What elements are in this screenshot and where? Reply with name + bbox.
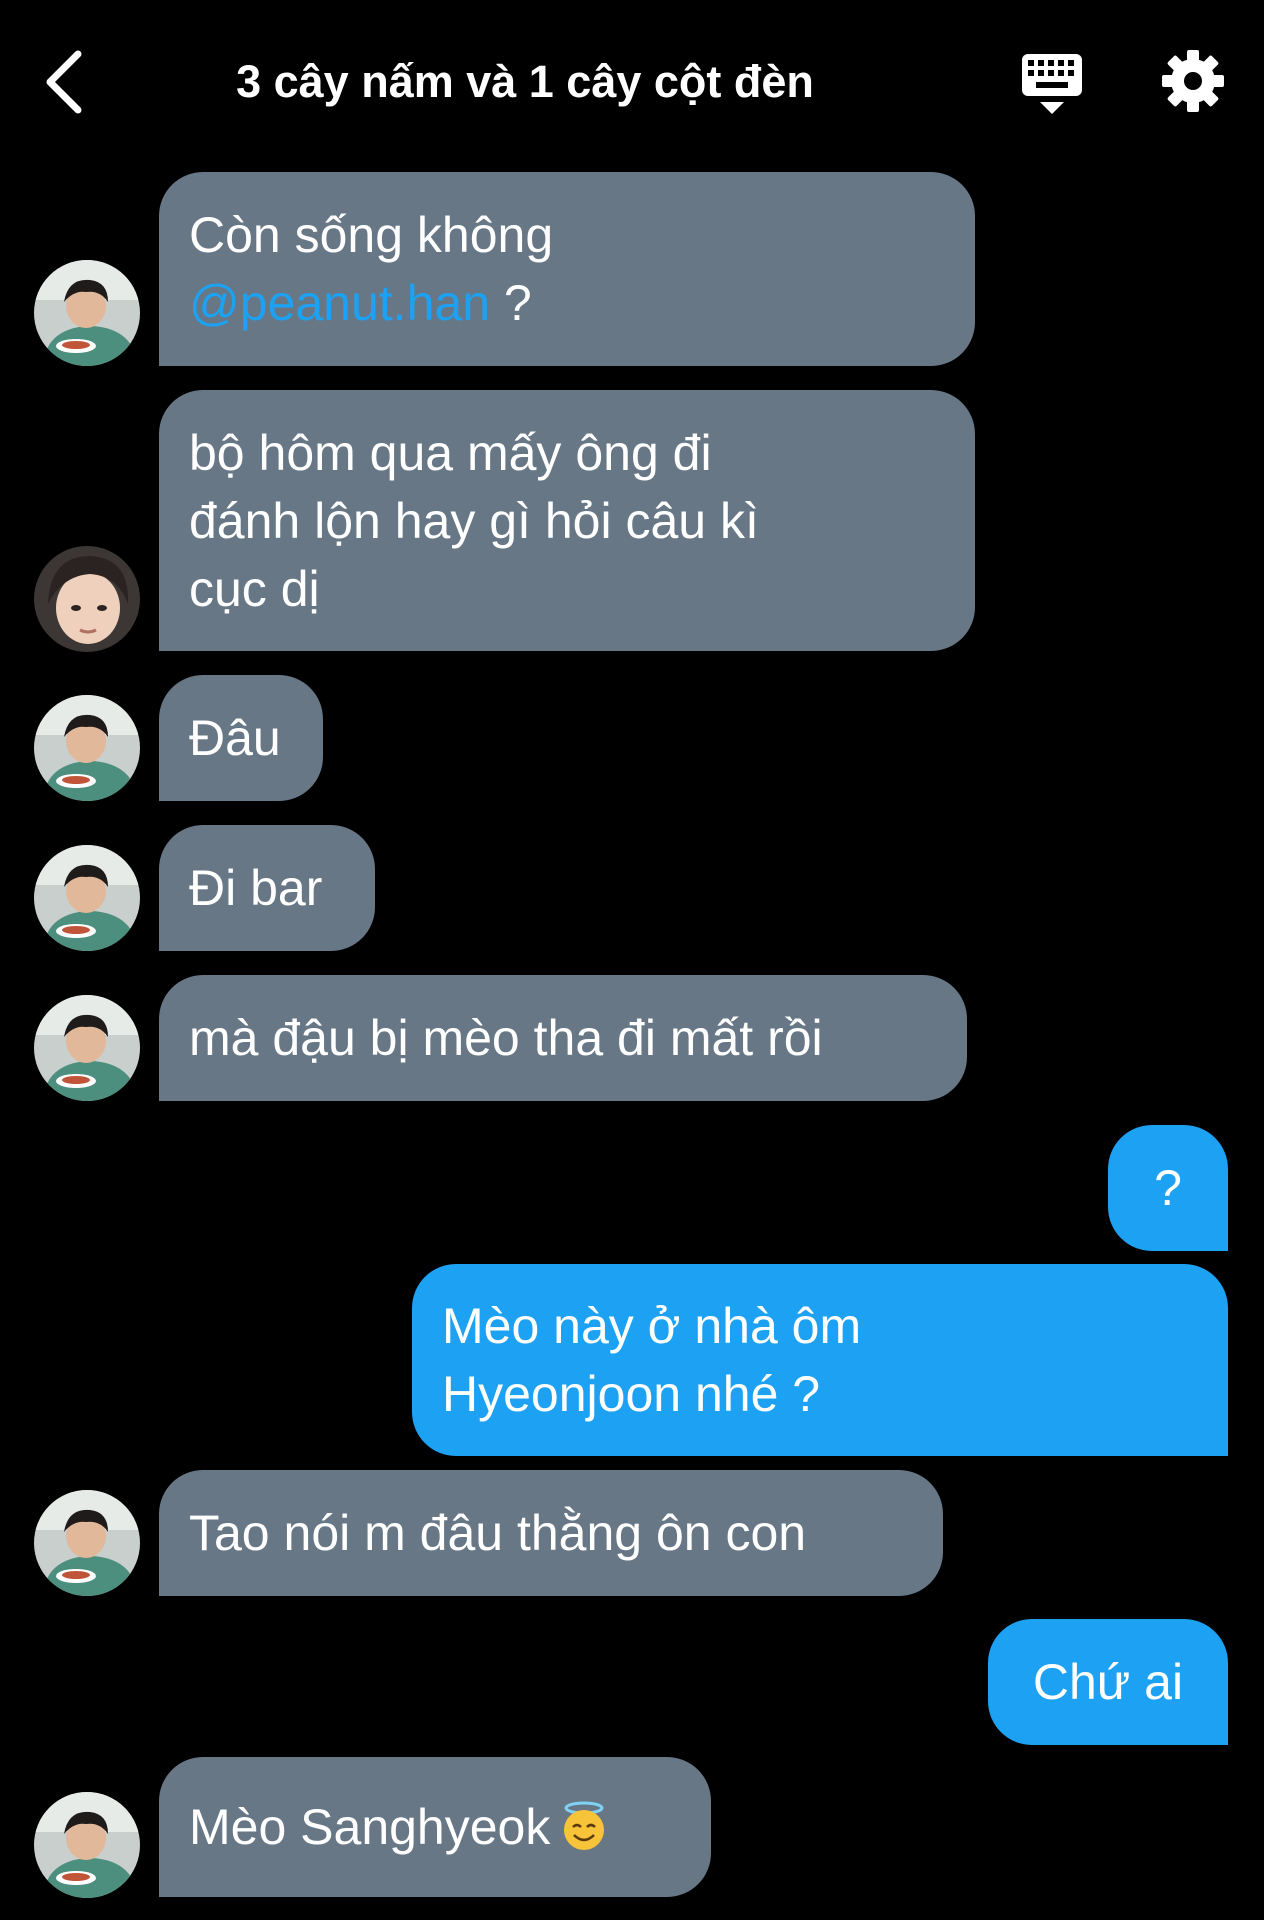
- message-text: mà đậu bị mèo tha đi mất rồi: [189, 1010, 823, 1066]
- message-text: cục dị: [189, 560, 320, 617]
- message-text: Chứ ai: [1032, 1654, 1184, 1710]
- smiling-face-with-halo-icon: [564, 1801, 605, 1850]
- person-selfie-avatar-icon: [34, 546, 140, 652]
- message-bubble-outgoing[interactable]: ?: [1108, 1125, 1228, 1251]
- message-bubble[interactable]: Tao nói m đâu thằng ôn con: [159, 1470, 943, 1596]
- message-bubble[interactable]: bộ hôm qua mấy ông đi đánh lộn hay gì hỏ…: [159, 390, 975, 651]
- chevron-left-icon: [46, 50, 82, 114]
- avatar[interactable]: [34, 1792, 140, 1898]
- message-text: đánh lộn hay gì hỏi câu kì: [189, 492, 759, 549]
- message-bubble[interactable]: Đi bar: [159, 825, 375, 951]
- message-text: ?: [490, 275, 532, 331]
- message-bubble-outgoing[interactable]: Chứ ai: [988, 1619, 1228, 1745]
- conversation-title: 3 cây nấm và 1 cây cột đèn: [236, 56, 814, 107]
- person-eating-avatar-icon: [34, 1792, 140, 1898]
- avatar[interactable]: [34, 995, 140, 1101]
- avatar[interactable]: [34, 260, 140, 366]
- person-eating-avatar-icon: [34, 845, 140, 951]
- keyboard-icon: [1022, 54, 1082, 114]
- message-text: Còn sống không: [189, 207, 554, 263]
- keyboard-button[interactable]: [1016, 50, 1088, 122]
- message-text: bộ hôm qua mấy ông đi: [189, 424, 712, 481]
- conversation-header: 3 cây nấm và 1 cây cột đèn: [0, 0, 1264, 150]
- back-button[interactable]: [40, 46, 90, 118]
- message-bubble[interactable]: Mèo Sanghyeok: [159, 1757, 711, 1897]
- message-text: ?: [1154, 1160, 1182, 1216]
- message-text-line: @peanut.han ?: [189, 269, 945, 337]
- avatar[interactable]: [34, 845, 140, 951]
- message-text: Đâu: [189, 710, 281, 766]
- message-text: Mèo Sanghyeok: [189, 1799, 551, 1855]
- person-eating-avatar-icon: [34, 1490, 140, 1596]
- mention-link[interactable]: @peanut.han: [189, 275, 490, 331]
- avatar[interactable]: [34, 546, 140, 652]
- avatar[interactable]: [34, 695, 140, 801]
- message-bubble[interactable]: Còn sống không @peanut.han ?: [159, 172, 975, 366]
- person-eating-avatar-icon: [34, 260, 140, 366]
- gear-icon: [1162, 50, 1224, 112]
- message-text: Hyeonjoon nhé ?: [442, 1366, 821, 1422]
- avatar[interactable]: [34, 1490, 140, 1596]
- message-text: Mèo này ở nhà ôm: [442, 1298, 862, 1354]
- message-bubble[interactable]: Đâu: [159, 675, 323, 801]
- message-bubble[interactable]: mà đậu bị mèo tha đi mất rồi: [159, 975, 967, 1101]
- message-text-line: Mèo Sanghyeok: [189, 1793, 681, 1861]
- message-text: Đi bar: [189, 860, 323, 916]
- person-eating-avatar-icon: [34, 695, 140, 801]
- settings-button[interactable]: [1160, 48, 1226, 114]
- person-eating-avatar-icon: [34, 995, 140, 1101]
- message-bubble-outgoing[interactable]: Mèo này ở nhà ôm Hyeonjoon nhé ?: [412, 1264, 1228, 1456]
- message-text: Tao nói m đâu thằng ôn con: [189, 1505, 807, 1561]
